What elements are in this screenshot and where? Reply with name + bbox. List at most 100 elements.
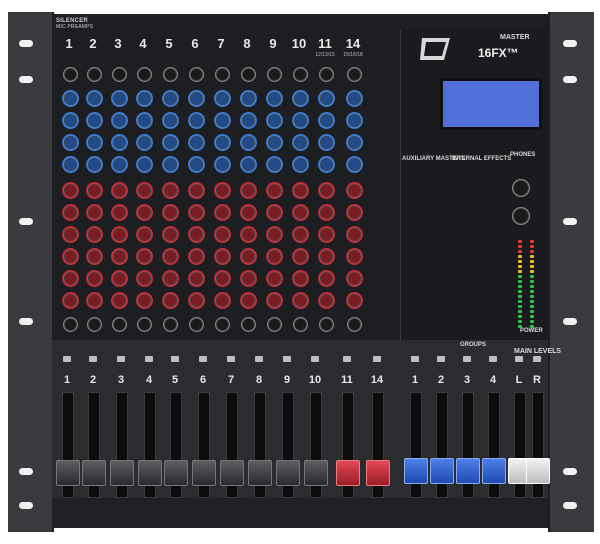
eq-knob[interactable] — [242, 92, 255, 105]
eq-knob[interactable] — [164, 158, 177, 171]
aux-send-knob[interactable] — [164, 228, 177, 241]
phones-level-knob[interactable] — [513, 208, 529, 224]
mute-button[interactable] — [255, 356, 263, 362]
eq-knob[interactable] — [113, 114, 126, 127]
aux-send-knob[interactable] — [190, 272, 203, 285]
aux-send-knob[interactable] — [64, 184, 77, 197]
eq-knob[interactable] — [190, 158, 203, 171]
eq-knob[interactable] — [268, 136, 281, 149]
mute-button[interactable] — [463, 356, 471, 362]
group-fader[interactable] — [430, 458, 454, 484]
aux-send-knob[interactable] — [216, 272, 229, 285]
aux-send-knob[interactable] — [138, 272, 151, 285]
aux-send-knob[interactable] — [138, 228, 151, 241]
eq-knob[interactable] — [88, 158, 101, 171]
channel-fader[interactable] — [82, 460, 106, 486]
eq-knob[interactable] — [88, 92, 101, 105]
aux-send-knob[interactable] — [164, 272, 177, 285]
channel-fader[interactable] — [366, 460, 390, 486]
eq-knob[interactable] — [164, 92, 177, 105]
eq-knob[interactable] — [320, 136, 333, 149]
aux-send-knob[interactable] — [348, 294, 361, 307]
eq-knob[interactable] — [64, 158, 77, 171]
aux-send-knob[interactable] — [348, 250, 361, 263]
pan-knob[interactable] — [216, 318, 229, 331]
mute-button[interactable] — [311, 356, 319, 362]
eq-knob[interactable] — [216, 136, 229, 149]
aux-send-knob[interactable] — [320, 228, 333, 241]
channel-fader[interactable] — [138, 460, 162, 486]
aux-send-knob[interactable] — [113, 206, 126, 219]
channel-fader[interactable] — [220, 460, 244, 486]
aux-send-knob[interactable] — [268, 250, 281, 263]
channel-fader[interactable] — [304, 460, 328, 486]
gain-knob[interactable] — [190, 68, 203, 81]
gain-knob[interactable] — [268, 68, 281, 81]
aux-send-knob[interactable] — [294, 184, 307, 197]
eq-knob[interactable] — [113, 136, 126, 149]
aux-send-knob[interactable] — [64, 294, 77, 307]
aux-send-knob[interactable] — [64, 206, 77, 219]
aux-send-knob[interactable] — [88, 206, 101, 219]
eq-knob[interactable] — [138, 114, 151, 127]
eq-knob[interactable] — [242, 136, 255, 149]
eq-knob[interactable] — [268, 92, 281, 105]
eq-knob[interactable] — [164, 114, 177, 127]
main-right-fader[interactable] — [526, 458, 550, 484]
gain-knob[interactable] — [320, 68, 333, 81]
aux-send-knob[interactable] — [268, 272, 281, 285]
eq-knob[interactable] — [113, 158, 126, 171]
gain-knob[interactable] — [88, 68, 101, 81]
channel-fader[interactable] — [56, 460, 80, 486]
eq-knob[interactable] — [294, 158, 307, 171]
gain-knob[interactable] — [348, 68, 361, 81]
aux-send-knob[interactable] — [88, 272, 101, 285]
eq-knob[interactable] — [294, 92, 307, 105]
aux-send-knob[interactable] — [348, 184, 361, 197]
aux-send-knob[interactable] — [348, 206, 361, 219]
eq-knob[interactable] — [268, 114, 281, 127]
eq-knob[interactable] — [64, 114, 77, 127]
channel-fader[interactable] — [248, 460, 272, 486]
channel-fader[interactable] — [192, 460, 216, 486]
aux-send-knob[interactable] — [64, 272, 77, 285]
mute-button[interactable] — [373, 356, 381, 362]
aux-send-knob[interactable] — [88, 228, 101, 241]
mute-button[interactable] — [199, 356, 207, 362]
eq-knob[interactable] — [113, 92, 126, 105]
gain-knob[interactable] — [138, 68, 151, 81]
aux-send-knob[interactable] — [294, 206, 307, 219]
aux-send-knob[interactable] — [164, 184, 177, 197]
eq-knob[interactable] — [190, 136, 203, 149]
pan-knob[interactable] — [268, 318, 281, 331]
aux-send-knob[interactable] — [164, 294, 177, 307]
aux-send-knob[interactable] — [348, 228, 361, 241]
eq-knob[interactable] — [138, 158, 151, 171]
aux-send-knob[interactable] — [320, 250, 333, 263]
mute-button[interactable] — [437, 356, 445, 362]
aux-send-knob[interactable] — [64, 228, 77, 241]
aux-send-knob[interactable] — [216, 294, 229, 307]
aux-send-knob[interactable] — [138, 184, 151, 197]
gain-knob[interactable] — [242, 68, 255, 81]
mute-button[interactable] — [411, 356, 419, 362]
pan-knob[interactable] — [88, 318, 101, 331]
eq-knob[interactable] — [64, 92, 77, 105]
mute-button[interactable] — [63, 356, 71, 362]
eq-knob[interactable] — [164, 136, 177, 149]
gain-knob[interactable] — [64, 68, 77, 81]
aux-send-knob[interactable] — [113, 184, 126, 197]
mute-button[interactable] — [283, 356, 291, 362]
eq-knob[interactable] — [294, 136, 307, 149]
eq-knob[interactable] — [348, 114, 361, 127]
eq-knob[interactable] — [348, 92, 361, 105]
pan-knob[interactable] — [138, 318, 151, 331]
aux-send-knob[interactable] — [348, 272, 361, 285]
eq-knob[interactable] — [294, 114, 307, 127]
aux-send-knob[interactable] — [164, 206, 177, 219]
group-fader[interactable] — [456, 458, 480, 484]
aux-send-knob[interactable] — [320, 272, 333, 285]
aux-send-knob[interactable] — [190, 294, 203, 307]
eq-knob[interactable] — [190, 92, 203, 105]
pan-knob[interactable] — [190, 318, 203, 331]
